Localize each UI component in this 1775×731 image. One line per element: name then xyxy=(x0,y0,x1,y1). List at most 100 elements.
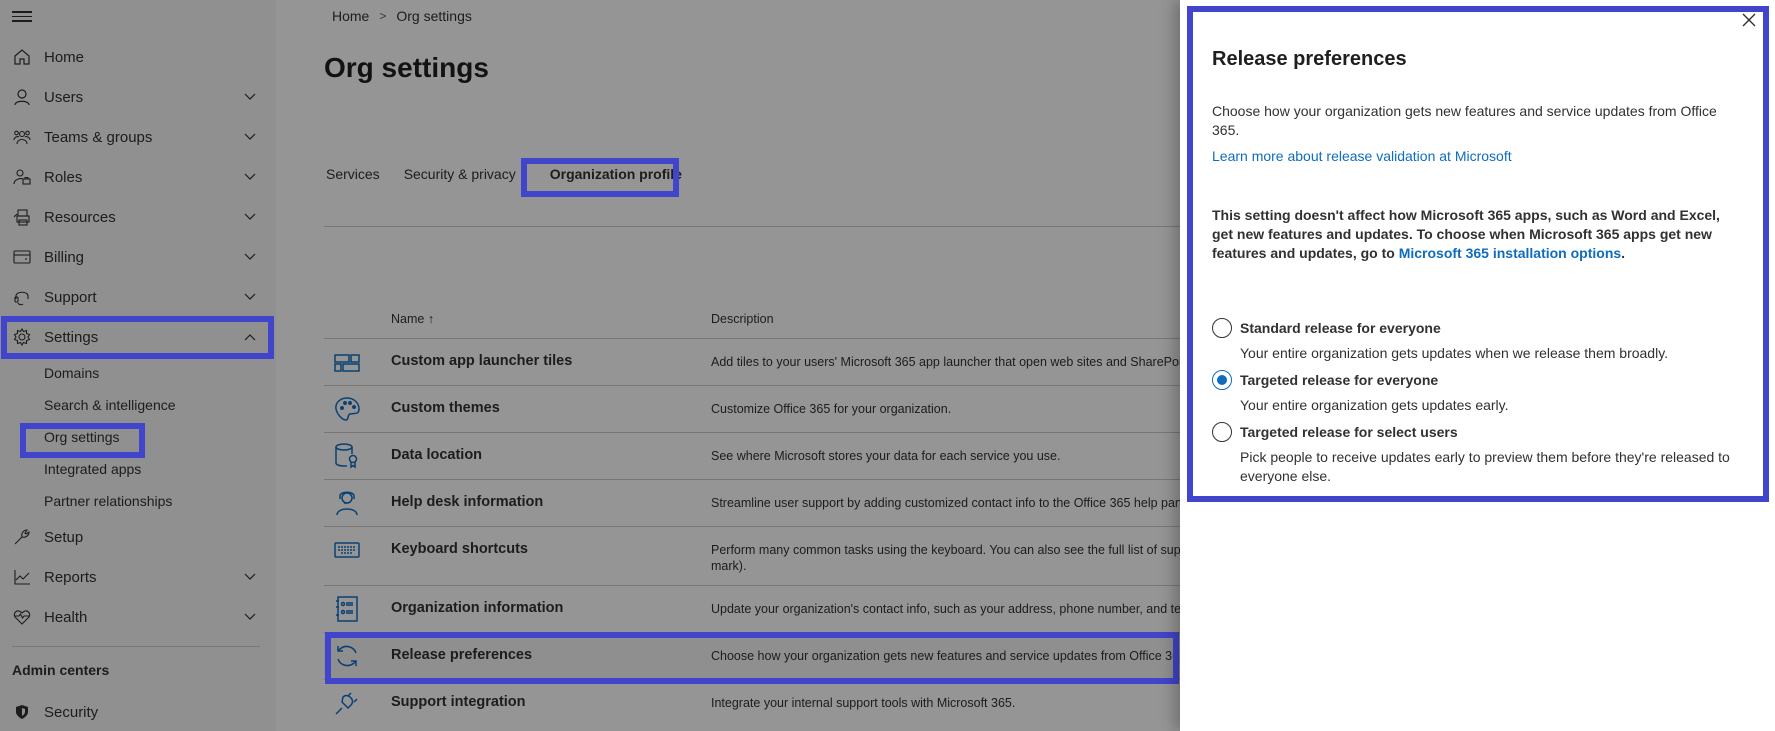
sidebar-item-users[interactable]: Users xyxy=(0,79,276,115)
tabs-divider xyxy=(324,226,1324,227)
sidebar-item-home[interactable]: Home xyxy=(0,39,276,75)
radio-description: Pick people to receive updates early to … xyxy=(1240,449,1730,484)
chevron-down-icon[interactable] xyxy=(244,613,258,621)
sidebar-item-security[interactable]: Security xyxy=(0,694,276,730)
sidebar-item-resources[interactable]: Resources xyxy=(0,199,276,235)
row-name: Release preferences xyxy=(391,647,533,663)
admin-centers-heading: Admin centers xyxy=(12,662,110,678)
radio-description: Your entire organization gets updates wh… xyxy=(1240,345,1669,361)
shield-icon xyxy=(12,702,32,722)
chevron-down-icon[interactable] xyxy=(244,173,258,181)
sidebar-item-settings[interactable]: Settings xyxy=(0,319,276,355)
sidebar-subitem-integrated-apps[interactable]: Integrated apps xyxy=(44,455,141,483)
sidebar-subitem-org-settings[interactable]: Org settings xyxy=(44,423,119,451)
chevron-down-icon[interactable] xyxy=(244,293,258,301)
keyboard-icon xyxy=(334,537,360,563)
row-name: Custom app launcher tiles xyxy=(391,353,573,369)
breadcrumb: Home > Org settings xyxy=(332,8,472,24)
sidebar-item-billing[interactable]: Billing xyxy=(0,239,276,275)
row-description: See where Microsoft stores your data for… xyxy=(711,449,1061,463)
chart-icon xyxy=(12,567,32,587)
sidebar-subitem-domains[interactable]: Domains xyxy=(44,359,99,387)
page-title: Org settings xyxy=(324,52,489,83)
wrench-icon xyxy=(12,527,32,547)
row-description: Choose how your organization gets new fe… xyxy=(711,649,1190,663)
row-description: Streamline user support by adding custom… xyxy=(711,496,1193,510)
resources-icon xyxy=(12,207,32,227)
tiles-icon xyxy=(334,350,360,376)
sidebar-subitem-search-intelligence[interactable]: Search & intelligence xyxy=(44,391,176,419)
release-preferences-panel: Release preferences Choose how your orga… xyxy=(1180,0,1775,731)
user-icon xyxy=(12,87,32,107)
breadcrumb-separator-icon: > xyxy=(379,9,387,23)
chevron-up-icon[interactable] xyxy=(244,333,258,341)
sidebar-item-label: Users xyxy=(44,88,84,106)
heart-icon xyxy=(12,607,32,627)
row-description: Perform many common tasks using the keyb… xyxy=(711,543,1203,557)
sidebar-item-label: Home xyxy=(44,48,85,66)
learn-more-link[interactable]: Learn more about release validation at M… xyxy=(1212,148,1512,164)
hamburger-menu-icon[interactable] xyxy=(12,8,32,24)
palette-icon xyxy=(334,396,360,422)
tab-organization-profile[interactable]: Organization profile xyxy=(540,162,692,186)
headset-icon xyxy=(12,287,32,307)
sidebar-item-label: Setup xyxy=(44,528,84,546)
radio-standard-release[interactable]: Standard release for everyone xyxy=(1212,318,1441,338)
radio-targeted-release-select-users[interactable]: Targeted release for select users xyxy=(1212,422,1458,442)
sidebar-item-label: Teams & groups xyxy=(44,128,153,146)
helpdesk-icon xyxy=(334,490,360,516)
sidebar: Home Users Teams & groups Roles Resource… xyxy=(0,0,276,731)
sidebar-item-label: Billing xyxy=(44,248,85,266)
sidebar-subitem-partner-relationships[interactable]: Partner relationships xyxy=(44,487,172,515)
row-name: Data location xyxy=(391,447,483,463)
row-name: Keyboard shortcuts xyxy=(391,541,528,557)
sidebar-item-health[interactable]: Health xyxy=(0,599,276,635)
row-name: Help desk information xyxy=(391,494,544,510)
installation-options-link[interactable]: Microsoft 365 installation options xyxy=(1399,245,1621,261)
radio-button[interactable] xyxy=(1212,422,1232,442)
tab-security-privacy[interactable]: Security & privacy xyxy=(404,162,528,186)
row-name: Support integration xyxy=(391,694,526,710)
chevron-down-icon[interactable] xyxy=(244,93,258,101)
gear-icon xyxy=(12,327,32,347)
sidebar-item-reports[interactable]: Reports xyxy=(0,559,276,595)
sidebar-item-support[interactable]: Support xyxy=(0,279,276,315)
breadcrumb-current: Org settings xyxy=(396,8,472,24)
sidebar-item-label: Roles xyxy=(44,168,83,186)
radio-label: Standard release for everyone xyxy=(1240,320,1441,336)
row-description: Add tiles to your users' Microsoft 365 a… xyxy=(711,355,1202,369)
tab-services[interactable]: Services xyxy=(326,162,392,186)
row-name: Organization information xyxy=(391,600,564,616)
refresh-icon xyxy=(334,643,360,669)
sidebar-item-label: Security xyxy=(44,703,99,721)
chevron-down-icon[interactable] xyxy=(244,133,258,141)
org-info-icon xyxy=(334,596,360,622)
sidebar-item-roles[interactable]: Roles xyxy=(0,159,276,195)
breadcrumb-home[interactable]: Home xyxy=(332,8,369,24)
sidebar-item-teams-groups[interactable]: Teams & groups xyxy=(0,119,276,155)
sidebar-item-label: Resources xyxy=(44,208,116,226)
database-icon xyxy=(334,443,360,469)
sidebar-item-label: Health xyxy=(44,608,88,626)
chevron-down-icon[interactable] xyxy=(244,253,258,261)
sidebar-item-setup[interactable]: Setup xyxy=(0,519,276,555)
radio-targeted-release-everyone[interactable]: Targeted release for everyone xyxy=(1212,370,1438,390)
radio-label: Targeted release for everyone xyxy=(1240,372,1439,388)
panel-title: Release preferences xyxy=(1212,48,1407,70)
row-description-line2: mark). xyxy=(711,559,747,573)
chevron-down-icon[interactable] xyxy=(244,213,258,221)
radio-button[interactable] xyxy=(1212,318,1232,338)
row-name: Custom themes xyxy=(391,400,500,416)
radio-button-checked[interactable] xyxy=(1212,370,1232,390)
close-icon[interactable] xyxy=(1739,10,1759,30)
chevron-down-icon[interactable] xyxy=(244,573,258,581)
panel-intro: Choose how your organization gets new fe… xyxy=(1212,103,1717,138)
billing-icon xyxy=(12,247,32,267)
sidebar-item-label: Settings xyxy=(44,328,99,346)
panel-note-end: . xyxy=(1621,245,1626,261)
column-header-name[interactable]: Name ↑ xyxy=(391,312,434,326)
radio-description: Your entire organization gets updates ea… xyxy=(1240,397,1509,413)
row-description: Customize Office 365 for your organizati… xyxy=(711,402,952,416)
column-header-description: Description xyxy=(711,312,774,326)
home-icon xyxy=(12,47,32,67)
